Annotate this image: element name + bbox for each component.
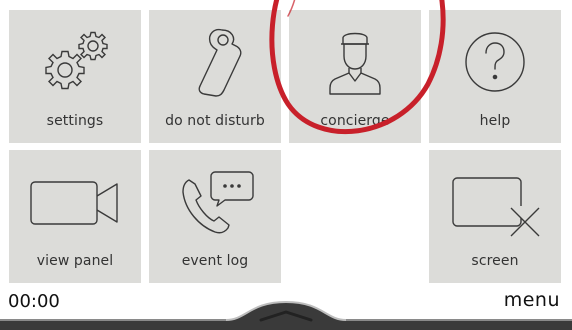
screen-label: screen [471,253,519,269]
event-log-tile[interactable]: event log [149,150,281,283]
concierge-label: concierge [320,113,390,129]
concierge-person-icon [289,26,421,98]
video-camera-icon [9,166,141,238]
view-panel-tile[interactable]: view panel [9,150,141,283]
settings-tile[interactable]: settings [9,10,141,143]
concierge-tile[interactable]: concierge [289,10,421,143]
view-panel-label: view panel [36,253,114,269]
screen-tile[interactable]: screen [429,150,561,283]
event-log-label: event log [181,253,249,269]
question-mark-icon [429,26,561,98]
gears-icon [9,26,141,98]
screen-off-icon [429,166,561,238]
help-label: help [479,113,511,129]
settings-label: settings [46,113,104,129]
do-not-disturb-label: do not disturb [165,113,265,129]
pull-up-handle[interactable] [0,290,572,330]
door-hanger-icon [149,26,281,98]
do-not-disturb-tile[interactable]: do not disturb [149,10,281,143]
help-tile[interactable]: help [429,10,561,143]
phone-message-icon [149,166,281,238]
